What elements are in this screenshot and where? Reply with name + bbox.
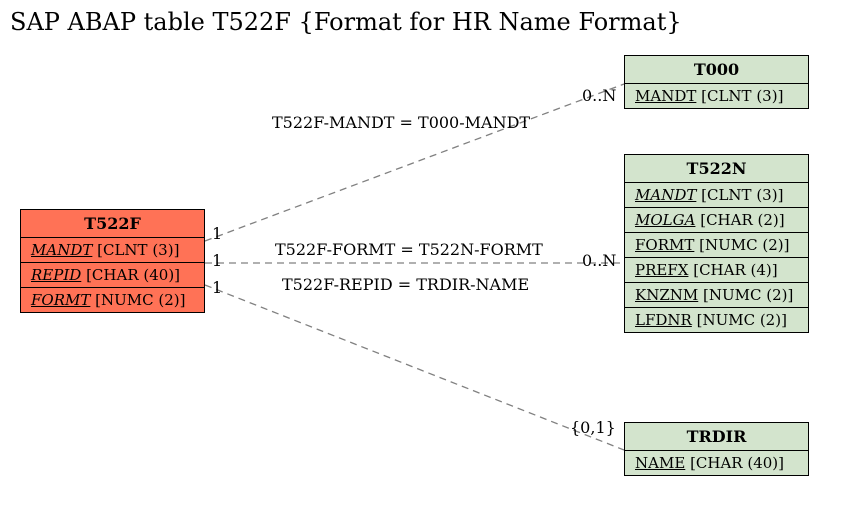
field-type: [CHAR (2)]: [700, 211, 784, 229]
field-name: MANDT: [635, 186, 696, 204]
table-row: MANDT [CLNT (3)]: [625, 183, 808, 208]
card-e3-left: 1: [212, 278, 222, 297]
field-type: [NUMC (2)]: [697, 311, 787, 329]
field-name: FORMT: [635, 236, 694, 254]
table-trdir-header: TRDIR: [625, 423, 808, 451]
table-t522f: T522F MANDT [CLNT (3)] REPID [CHAR (40)]…: [20, 209, 205, 313]
table-trdir: TRDIR NAME [CHAR (40)]: [624, 422, 809, 476]
field-type: [CLNT (3)]: [701, 87, 783, 105]
field-name: KNZNM: [635, 286, 698, 304]
field-name: REPID: [31, 266, 81, 284]
field-name: FORMT: [31, 291, 90, 309]
table-row: FORMT [NUMC (2)]: [21, 288, 204, 312]
table-t522n: T522N MANDT [CLNT (3)] MOLGA [CHAR (2)] …: [624, 154, 809, 333]
edge-label-mandt: T522F-MANDT = T000-MANDT: [272, 113, 530, 132]
table-row: REPID [CHAR (40)]: [21, 263, 204, 288]
field-name: MOLGA: [635, 211, 695, 229]
table-row: LFDNR [NUMC (2)]: [625, 308, 808, 332]
edge-label-formt: T522F-FORMT = T522N-FORMT: [275, 240, 543, 259]
card-e1-left: 1: [212, 224, 222, 243]
field-name: MANDT: [635, 87, 696, 105]
card-e1-right: 0..N: [582, 86, 616, 105]
field-type: [CLNT (3)]: [97, 241, 179, 259]
table-row: KNZNM [NUMC (2)]: [625, 283, 808, 308]
page-title: SAP ABAP table T522F {Format for HR Name…: [10, 8, 682, 36]
field-type: [CHAR (4)]: [693, 261, 777, 279]
table-t522f-header: T522F: [21, 210, 204, 238]
card-e2-left: 1: [212, 251, 222, 270]
card-e3-right: {0,1}: [570, 418, 616, 437]
table-t000: T000 MANDT [CLNT (3)]: [624, 55, 809, 109]
table-row: NAME [CHAR (40)]: [625, 451, 808, 475]
field-type: [CHAR (40)]: [690, 454, 784, 472]
field-name: LFDNR: [635, 311, 692, 329]
table-row: PREFX [CHAR (4)]: [625, 258, 808, 283]
field-type: [NUMC (2)]: [703, 286, 793, 304]
table-t000-header: T000: [625, 56, 808, 84]
field-type: [NUMC (2)]: [95, 291, 185, 309]
field-type: [CHAR (40)]: [86, 266, 180, 284]
field-type: [CLNT (3)]: [701, 186, 783, 204]
table-t522n-header: T522N: [625, 155, 808, 183]
edge-label-repid: T522F-REPID = TRDIR-NAME: [282, 275, 529, 294]
field-type: [NUMC (2)]: [699, 236, 789, 254]
table-row: MANDT [CLNT (3)]: [625, 84, 808, 108]
table-row: FORMT [NUMC (2)]: [625, 233, 808, 258]
field-name: NAME: [635, 454, 685, 472]
card-e2-right: 0..N: [582, 251, 616, 270]
table-row: MANDT [CLNT (3)]: [21, 238, 204, 263]
field-name: MANDT: [31, 241, 92, 259]
field-name: PREFX: [635, 261, 688, 279]
table-row: MOLGA [CHAR (2)]: [625, 208, 808, 233]
